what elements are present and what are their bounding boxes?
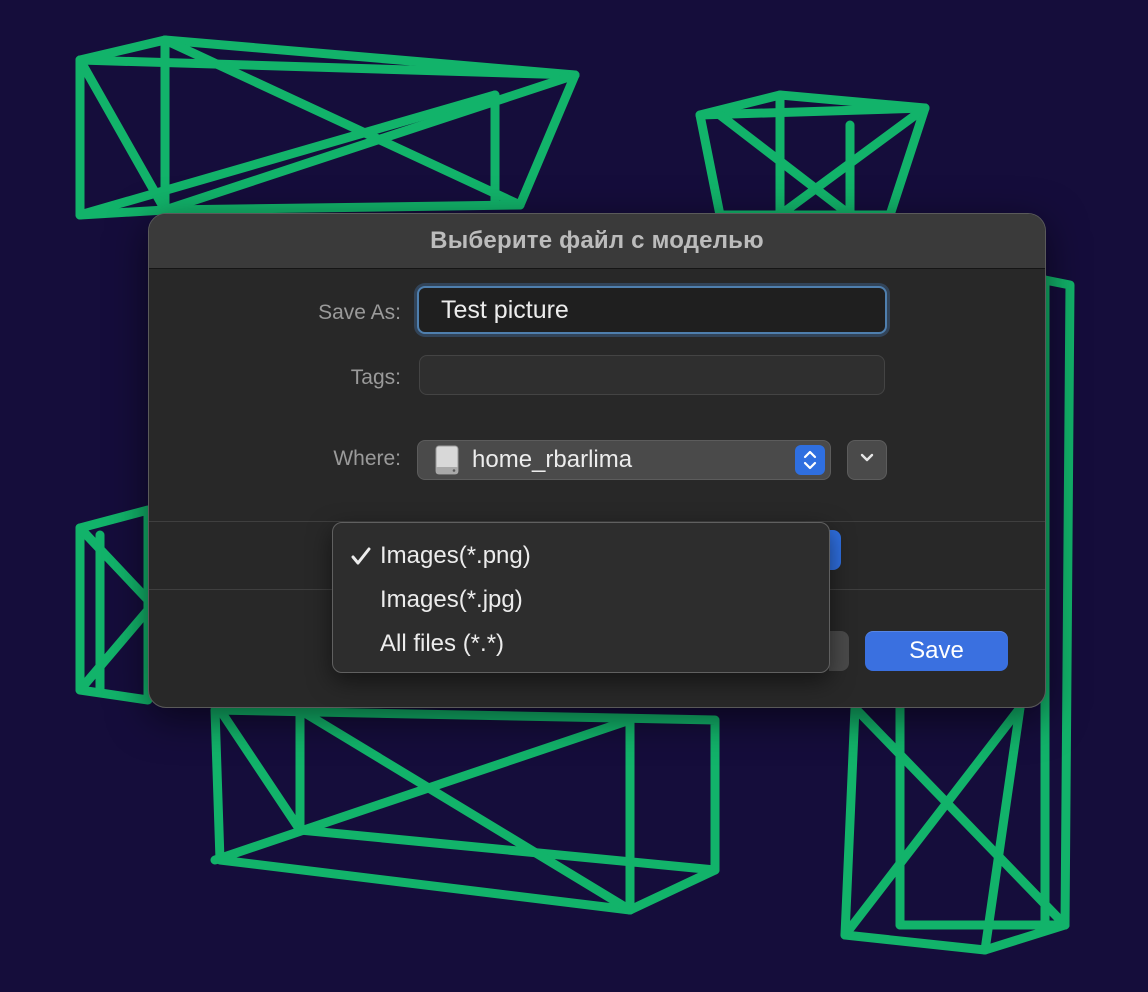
tags-label: Tags:	[350, 366, 401, 389]
where-value: home_rbarlima	[472, 446, 633, 473]
dialog-title: Выберите файл с моделью	[430, 227, 764, 254]
where-label: Where:	[333, 447, 401, 470]
menu-item-label: Images(*.png)	[380, 542, 531, 569]
chevron-updown-icon	[795, 445, 825, 475]
menu-item-png[interactable]: Images(*.png)	[333, 534, 829, 578]
expand-button[interactable]	[847, 440, 887, 480]
checkmark-icon	[349, 544, 373, 568]
chevron-down-icon	[858, 451, 876, 469]
menu-item-all-files[interactable]: All files (*.*)	[333, 622, 829, 666]
dialog-titlebar: Выберите файл с моделью	[149, 214, 1045, 269]
save-as-value: Test picture	[441, 295, 569, 324]
menu-item-jpg[interactable]: Images(*.jpg)	[333, 578, 829, 622]
drive-icon	[434, 445, 460, 475]
tags-input[interactable]	[419, 355, 885, 395]
save-as-input[interactable]: Test picture	[417, 286, 887, 334]
menu-item-label: Images(*.jpg)	[380, 586, 523, 613]
file-type-menu: Images(*.png) Images(*.jpg) All files (*…	[332, 522, 830, 673]
cancel-button[interactable]	[829, 631, 849, 671]
where-popup-button[interactable]: home_rbarlima	[417, 440, 831, 480]
menu-item-label: All files (*.*)	[380, 630, 505, 657]
save-as-label: Save As:	[318, 301, 401, 324]
save-button[interactable]: Save	[865, 631, 1008, 671]
